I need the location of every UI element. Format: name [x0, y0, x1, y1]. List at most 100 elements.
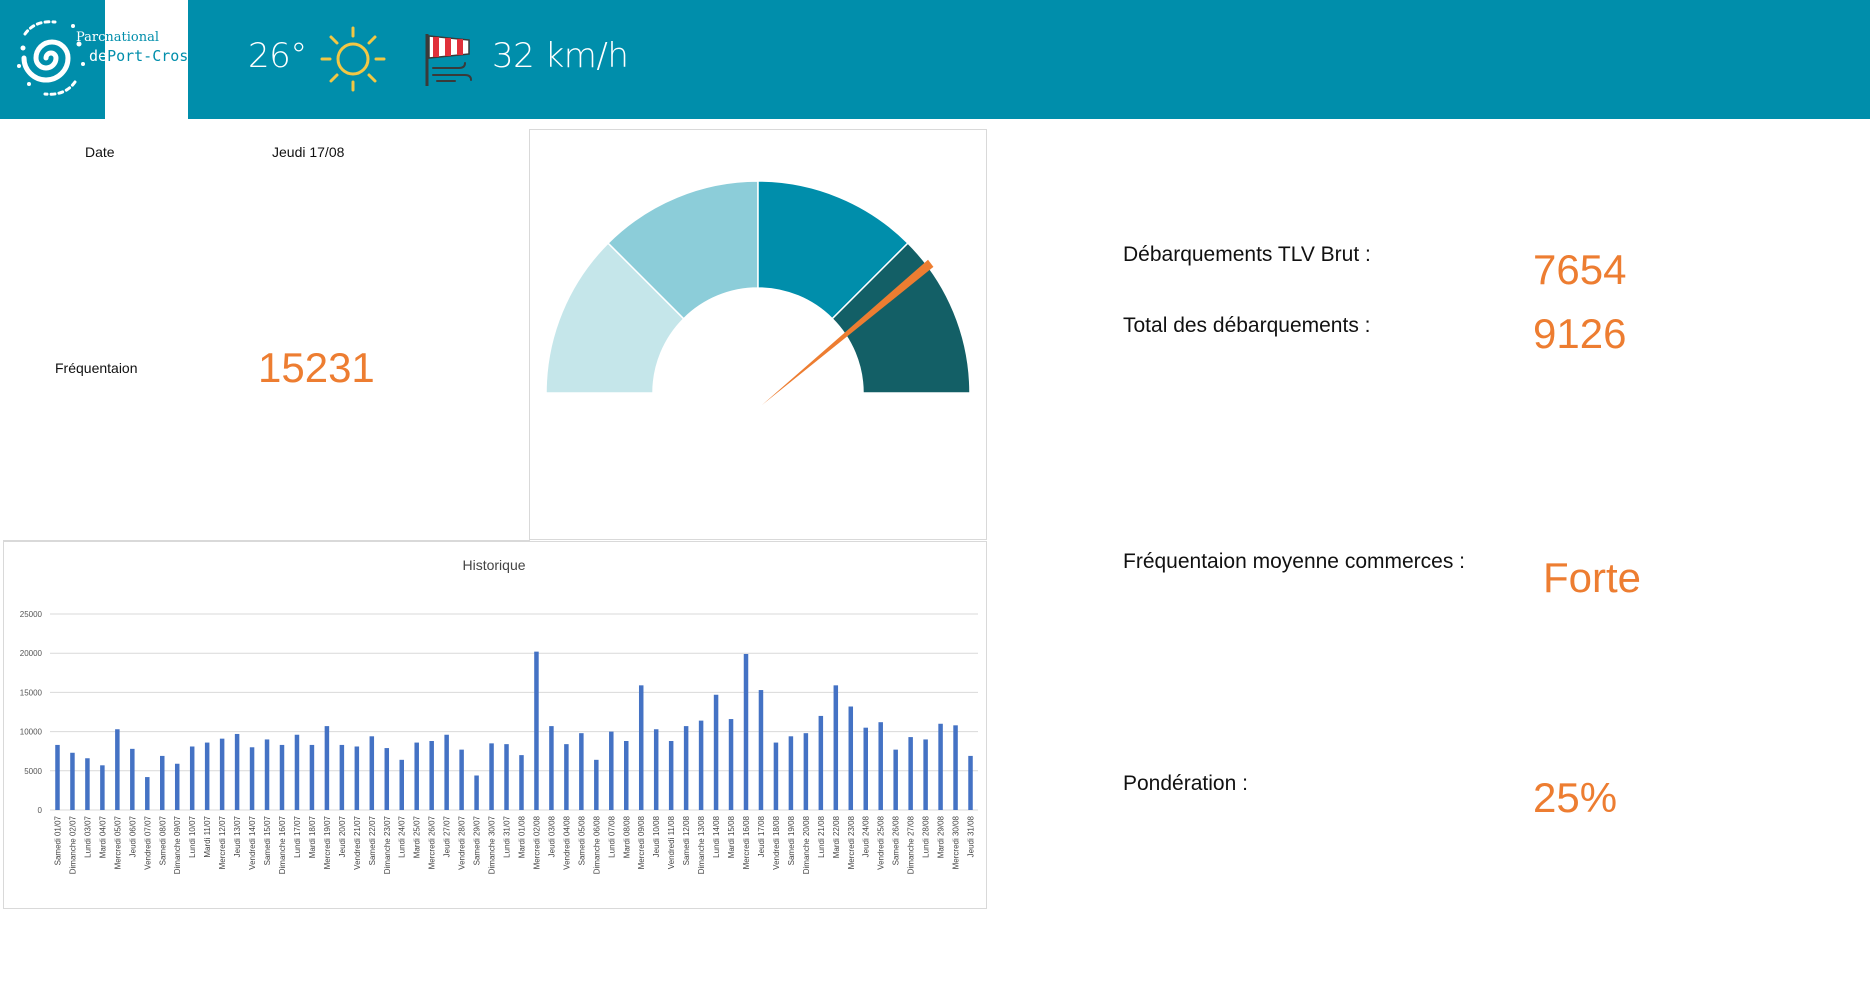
bar: [145, 777, 150, 810]
x-tick-label: Vendredi 07/07: [143, 815, 152, 869]
bar: [624, 741, 629, 810]
bar: [609, 731, 614, 810]
tlv-label: Débarquements TLV Brut :: [1123, 243, 1371, 266]
bar: [384, 748, 390, 810]
y-tick-label: 5000: [24, 767, 42, 776]
bar: [818, 715, 824, 810]
x-tick-label: Jeudi 10/08: [652, 815, 661, 857]
bar: [399, 759, 404, 810]
x-tick-label: Lundi 28/08: [922, 815, 931, 857]
bar: [803, 733, 809, 810]
bar: [788, 736, 794, 810]
frequentation-label: Fréquentaion: [55, 360, 138, 376]
x-tick-label: Jeudi 03/08: [547, 815, 556, 857]
bar: [354, 746, 360, 810]
bar: [249, 747, 255, 810]
bar: [294, 734, 300, 810]
bar: [519, 755, 524, 810]
chart-title: Historique: [462, 557, 525, 573]
x-tick-label: Mardi 11/07: [203, 815, 212, 857]
y-tick-label: 25000: [20, 610, 43, 619]
bar: [773, 742, 779, 810]
bar: [923, 739, 928, 810]
gauge-panel: [529, 129, 987, 540]
gauge-chart: [545, 180, 971, 405]
x-tick-label: Samedi 15/07: [263, 815, 272, 865]
x-tick-label: Dimanche 06/08: [592, 815, 601, 874]
x-tick-label: Mercredi 05/07: [113, 815, 122, 869]
x-tick-label: Samedi 29/07: [473, 815, 482, 865]
x-tick-label: Samedi 01/07: [53, 815, 62, 865]
x-tick-label: Mercredi 19/07: [323, 815, 332, 869]
logo-text-port-cros-name: Port-Cros: [107, 47, 189, 65]
bar: [429, 741, 434, 810]
historique-chart: Historique 0 5000 10000 15000 20000 25000 Same…: [20, 557, 978, 874]
bar: [474, 775, 479, 810]
x-tick-label: Vendredi 28/07: [458, 815, 467, 869]
x-tick-label: Lundi 31/07: [503, 815, 512, 857]
bar: [414, 742, 419, 810]
windsock-icon: [425, 34, 472, 86]
bar: [653, 729, 659, 810]
bar: [459, 749, 464, 810]
commerce-label: Fréquentaion moyenne commerces :: [1123, 550, 1465, 573]
x-tick-label: Lundi 17/07: [293, 815, 302, 857]
x-tick-label: Vendredi 25/08: [877, 815, 886, 869]
bar: [683, 726, 689, 810]
x-tick-label: Mercredi 23/08: [847, 815, 856, 869]
total-value: 9126: [1533, 310, 1627, 357]
commerce-value: Forte: [1543, 554, 1642, 601]
wind-speed-value: 32 km/h: [492, 36, 629, 76]
y-tick-label: 15000: [20, 688, 43, 697]
x-tick-label: Mercredi 26/07: [428, 815, 437, 869]
bar: [55, 744, 60, 810]
x-tick-label: Dimanche 02/07: [68, 815, 77, 874]
bar: [204, 742, 210, 810]
x-tick-label: Mardi 18/07: [308, 815, 317, 858]
bar: [219, 738, 225, 810]
logo-text-national: national: [105, 30, 160, 45]
sun-icon: [320, 26, 386, 92]
bar: [444, 734, 449, 810]
x-tick-label: Lundi 21/08: [817, 815, 826, 857]
logo-text-de: de: [89, 47, 108, 65]
bar: [564, 744, 569, 810]
ponderation-value: 25%: [1533, 774, 1618, 821]
logo-text-parc-national: Parcnational: [76, 30, 159, 45]
bar: [893, 749, 898, 810]
x-tick-label: Mardi 08/08: [622, 815, 631, 858]
frequentation-value: 15231: [258, 344, 375, 391]
x-tick-label: Dimanche 23/07: [383, 815, 392, 874]
bar: [504, 744, 509, 810]
bar: [130, 748, 135, 810]
ponderation-label: Pondération :: [1123, 772, 1248, 795]
bar: [489, 743, 494, 810]
date-value: Jeudi 17/08: [272, 144, 345, 160]
x-tick-label: Jeudi 17/08: [757, 815, 766, 857]
bar: [115, 729, 120, 810]
x-tick-label: Dimanche 27/08: [907, 815, 916, 874]
x-tick-label: Lundi 03/07: [83, 815, 92, 857]
bar: [968, 755, 973, 810]
x-tick-label: Samedi 22/07: [368, 815, 377, 865]
y-tick-label: 20000: [20, 649, 43, 658]
bar: [668, 741, 674, 810]
x-tick-label: Mercredi 09/08: [637, 815, 646, 869]
tlv-value: 7654: [1533, 246, 1627, 293]
bar: [234, 733, 240, 810]
logo-text-port-cros: dePort-Cros: [89, 47, 188, 65]
swirl-logo-icon: [17, 20, 85, 96]
bar: [938, 723, 943, 810]
x-tick-label: Mercredi 30/08: [952, 815, 961, 869]
bar: [728, 719, 734, 810]
x-tick-label: Mercredi 02/08: [532, 815, 541, 869]
x-tick-label: Mardi 15/08: [727, 815, 736, 858]
bar: [85, 758, 90, 810]
bar: [638, 685, 644, 810]
bar: [878, 722, 883, 810]
x-tick-label: Lundi 07/08: [607, 815, 616, 857]
x-tick-label: Samedi 08/07: [158, 815, 167, 865]
bar: [324, 726, 330, 810]
x-tick-label: Jeudi 31/08: [967, 815, 976, 857]
bar: [848, 706, 854, 810]
